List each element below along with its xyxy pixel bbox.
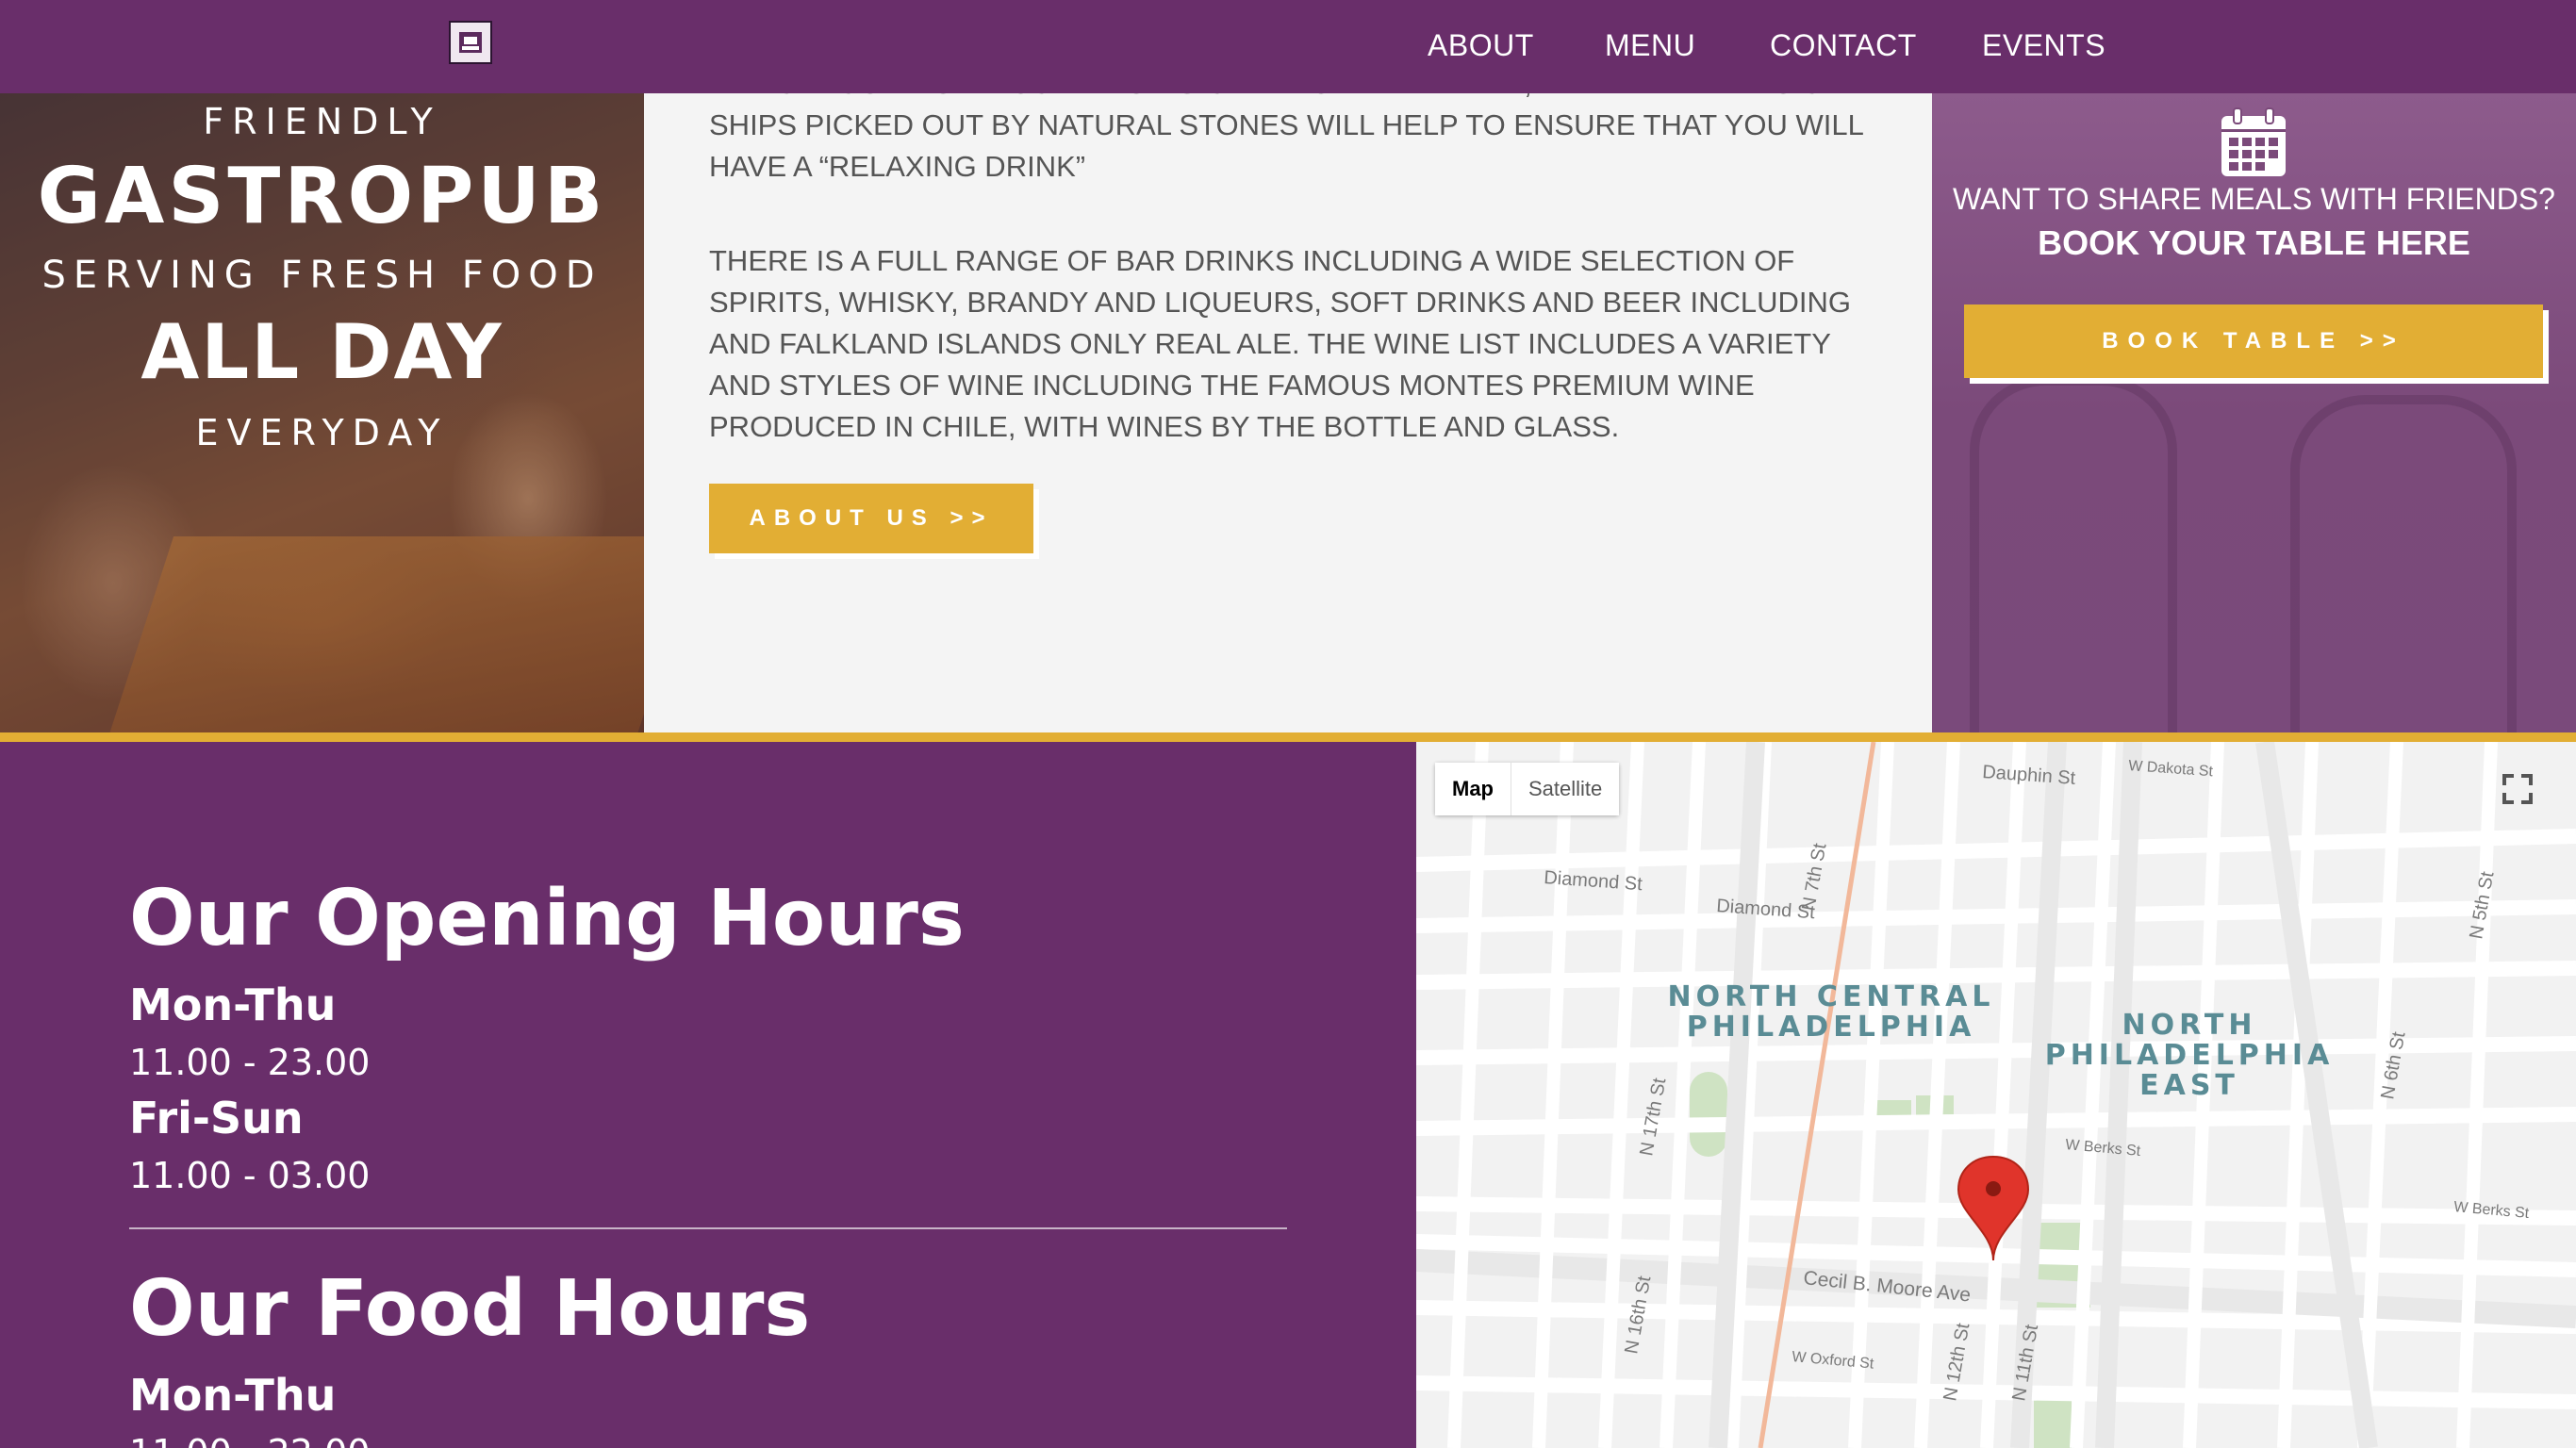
hours-panel: Our Opening Hours Mon-Thu 11.00 - 23.00 …	[0, 742, 1416, 1448]
about-us-button[interactable]: ABOUT US >>	[709, 484, 1033, 553]
about-paragraph-2: THERE IS A FULL RANGE OF BAR DRINKS INCL…	[709, 244, 1851, 443]
map-district-label: EAST	[2139, 1069, 2239, 1102]
nav-link-events[interactable]: EVENTS	[1982, 28, 2105, 63]
map-park	[1690, 1072, 1727, 1157]
book-table-button[interactable]: BOOK TABLE >>	[1964, 304, 2543, 378]
map-road	[1416, 899, 2576, 933]
fullscreen-icon	[2502, 774, 2533, 804]
map-district-label: PHILADELPHIA	[2045, 1039, 2335, 1072]
section-divider	[0, 732, 2576, 742]
hero-tagline-serving: SERVING FRESH FOOD	[41, 254, 603, 297]
hero-tagline-friendly: FRIENDLY	[203, 101, 441, 142]
opening-hours-days: Fri-Sun	[129, 1093, 304, 1144]
calendar-icon	[2221, 107, 2286, 176]
map-type-map-button[interactable]: Map	[1435, 763, 1511, 815]
map-street-label: W Berks St	[2065, 1137, 2142, 1160]
top-navbar: ABOUT MENU CONTACT EVENTS	[0, 0, 2576, 93]
map-location-marker[interactable]	[1957, 1155, 2030, 1261]
map-road	[1416, 829, 2576, 872]
map-road	[1416, 961, 2576, 990]
food-hours-time: 11.00 - 22.00	[129, 1432, 370, 1448]
map-road	[1447, 742, 1489, 1448]
hero-tagline-everyday: EVERYDAY	[195, 412, 449, 453]
nav-link-contact[interactable]: CONTACT	[1770, 28, 1917, 63]
map-road	[2456, 742, 2498, 1448]
about-panel: THE OPPOSITE SIDE COMPRISING OF NATURAL …	[644, 93, 1932, 732]
opening-hours-days: Mon-Thu	[129, 979, 337, 1030]
map-road	[1532, 742, 1574, 1448]
food-hours-days: Mon-Thu	[129, 1370, 337, 1421]
map-district-label: NORTH	[2122, 1009, 2257, 1042]
map-district-label: PHILADELPHIA	[1687, 1011, 1976, 1044]
map-canvas[interactable]: NORTH CENTRAL PHILADELPHIA NORTH PHILADE…	[1416, 742, 2576, 1448]
about-paragraph-1: THE OPPOSITE SIDE COMPRISING OF NATURAL …	[709, 93, 1863, 183]
map-district-label: NORTH CENTRAL	[1668, 980, 1995, 1013]
opening-hours-heading: Our Opening Hours	[129, 874, 965, 963]
logo-icon[interactable]	[449, 21, 492, 64]
map-street-label: N 17th St	[1636, 1076, 1670, 1157]
map-type-control: Map Satellite	[1435, 763, 1620, 815]
booking-bg-chair	[2290, 395, 2517, 732]
fullscreen-button[interactable]	[2491, 763, 2544, 815]
hero-title-gastropub: GASTROPUB	[37, 152, 607, 241]
map-panel[interactable]: NORTH CENTRAL PHILADELPHIA NORTH PHILADE…	[1416, 742, 2576, 1448]
hours-divider	[129, 1227, 1287, 1229]
nav-link-about[interactable]: ABOUT	[1428, 28, 1534, 63]
hero-image-panel: FRIENDLY GASTROPUB SERVING FRESH FOOD AL…	[0, 93, 644, 732]
opening-hours-time: 11.00 - 03.00	[129, 1155, 371, 1196]
hero-title-all-day: ALL DAY	[140, 308, 504, 396]
nav-link-menu[interactable]: MENU	[1605, 28, 1695, 63]
opening-hours-time: 11.00 - 23.00	[129, 1042, 371, 1083]
booking-panel: WANT TO SHARE MEALS WITH FRIENDS? BOOK Y…	[1932, 93, 2576, 732]
food-hours-heading: Our Food Hours	[129, 1264, 811, 1354]
logo-glyph	[459, 32, 482, 53]
booking-bg-chair	[1970, 376, 2177, 732]
map-type-satellite-button[interactable]: Satellite	[1511, 763, 1620, 815]
booking-callout: BOOK YOUR TABLE HERE	[2038, 223, 2470, 262]
booking-question: WANT TO SHARE MEALS WITH FRIENDS?	[1953, 182, 2555, 216]
